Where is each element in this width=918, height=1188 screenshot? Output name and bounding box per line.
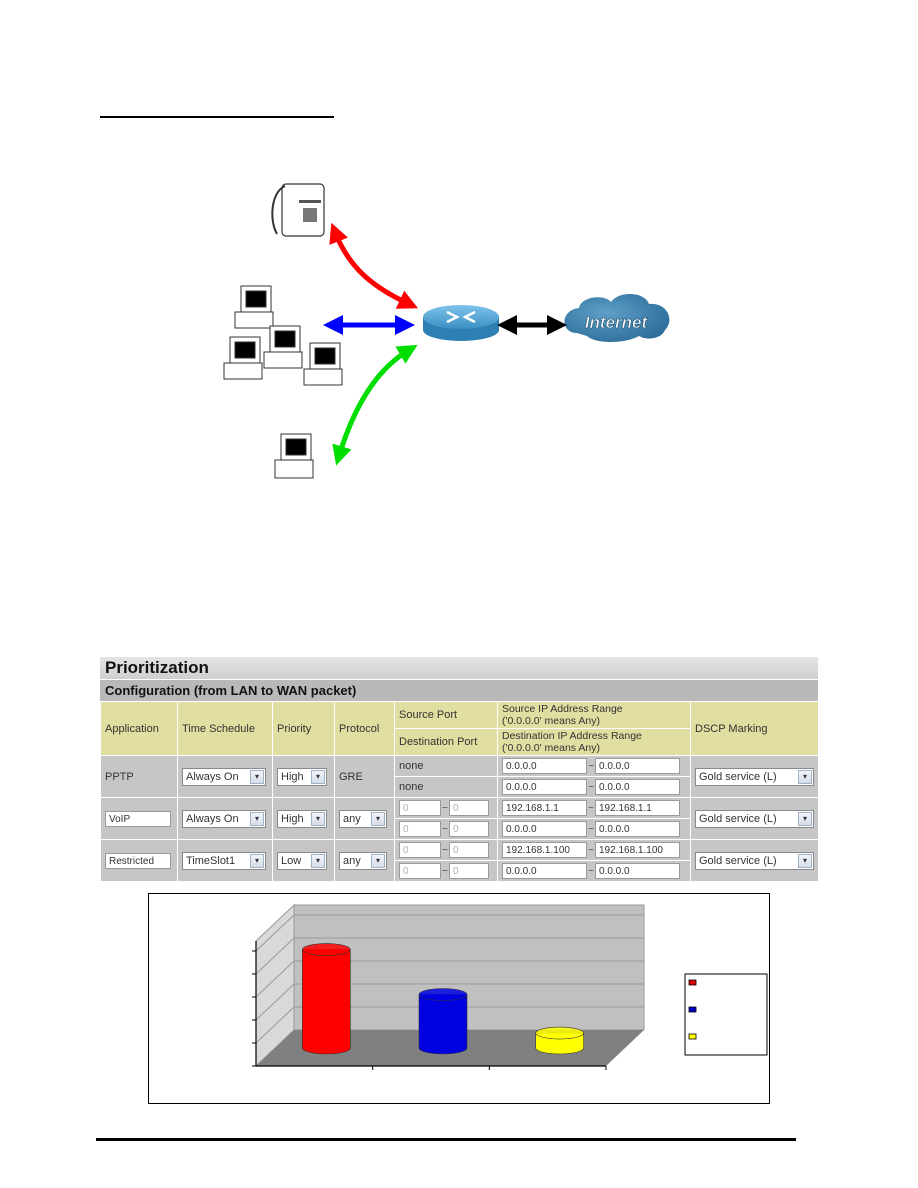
- computer-icon: [274, 433, 314, 479]
- table-row: VoIP Always On ▾ High ▾ any ▾ 0 ~0 192.168.1…: [100, 797, 819, 840]
- telephone-icon: [271, 183, 325, 237]
- destination-port-to-input[interactable]: 0: [449, 821, 489, 837]
- destination-ip-from-input[interactable]: 0.0.0.0: [502, 779, 587, 795]
- phone-router-link: [329, 222, 419, 309]
- bar-cylinder: [418, 994, 468, 1055]
- source-ip-from-input[interactable]: 192.168.1.100: [502, 842, 587, 858]
- application-name-input[interactable]: Restricted: [105, 852, 171, 869]
- header-application: Application: [100, 701, 178, 756]
- source-ip-to-input[interactable]: 0.0.0.0: [595, 758, 680, 774]
- source-port-from-input[interactable]: 0: [399, 842, 441, 858]
- destination-ip-note: ('0.0.0.0' means Any): [502, 742, 600, 754]
- time-schedule-select[interactable]: Always On ▾: [182, 767, 266, 786]
- cloud-icon: Internet: [564, 293, 670, 342]
- source-ip-from-input[interactable]: 0.0.0.0: [502, 758, 587, 774]
- destination-port-from-input[interactable]: 0: [399, 821, 441, 837]
- chevron-down-icon: ▾: [250, 853, 264, 868]
- header-destination-ip: Destination IP Address Range ('0.0.0.0' m…: [497, 728, 691, 756]
- chevron-down-icon: ▾: [371, 853, 385, 868]
- chevron-down-icon: ▾: [798, 769, 812, 784]
- priority-select[interactable]: Low ▾: [277, 851, 327, 870]
- header-time-schedule: Time Schedule: [177, 701, 273, 756]
- network-diagram: Internet: [223, 183, 670, 479]
- destination-ip-to-input[interactable]: 0.0.0.0: [595, 779, 680, 795]
- destination-ip-label: Destination IP Address Range: [502, 730, 642, 742]
- panel-title: Prioritization: [100, 657, 818, 679]
- chevron-down-icon: ▾: [250, 769, 264, 784]
- source-ip-to-input[interactable]: 192.168.1.100: [595, 842, 680, 858]
- source-ip-label: Source IP Address Range: [502, 703, 623, 715]
- legend-swatch: [688, 979, 697, 986]
- chevron-down-icon: ▾: [250, 811, 264, 826]
- pc-router-link: [332, 344, 418, 466]
- chevron-down-icon: ▾: [311, 769, 325, 784]
- bar-cylinder-top: [535, 1026, 584, 1040]
- dscp-select[interactable]: Gold service (L) ▾: [695, 809, 814, 828]
- destination-ip-to-input[interactable]: 0.0.0.0: [595, 863, 680, 879]
- chart-canvas: [252, 903, 768, 1070]
- bandwidth-chart: [148, 893, 770, 1104]
- router-icon: [423, 305, 499, 341]
- dscp-select[interactable]: Gold service (L) ▾: [695, 851, 814, 870]
- header-row: Application Time Schedule Priority Proto…: [100, 701, 819, 756]
- application-name-input[interactable]: VoIP: [105, 810, 171, 827]
- source-port-value: none: [394, 755, 498, 777]
- protocol-select[interactable]: any ▾: [339, 851, 387, 870]
- chevron-down-icon: ▾: [311, 853, 325, 868]
- header-destination-port: Destination Port: [394, 728, 498, 756]
- header-dscp: DSCP Marking: [690, 701, 819, 756]
- prioritization-panel: Prioritization Configuration (from LAN t…: [100, 657, 819, 882]
- source-port-to-input[interactable]: 0: [449, 842, 489, 858]
- header-protocol: Protocol: [334, 701, 395, 756]
- footer-rule: [96, 1138, 796, 1141]
- internet-label: Internet: [585, 313, 649, 332]
- panel-subtitle: Configuration (from LAN to WAN packet): [100, 679, 818, 701]
- destination-port-value: none: [394, 776, 498, 798]
- application-name: PPTP: [100, 755, 178, 798]
- source-ip-from-input[interactable]: 192.168.1.1: [502, 800, 587, 816]
- header-priority: Priority: [272, 701, 335, 756]
- destination-port-from-input[interactable]: 0: [399, 863, 441, 879]
- dscp-select[interactable]: Gold service (L) ▾: [695, 767, 814, 786]
- chevron-down-icon: ▾: [798, 811, 812, 826]
- source-port-to-input[interactable]: 0: [449, 800, 489, 816]
- time-schedule-select[interactable]: TimeSlot1 ▾: [182, 851, 266, 870]
- destination-port-to-input[interactable]: 0: [449, 863, 489, 879]
- header-source-port: Source Port: [394, 701, 498, 729]
- priority-select[interactable]: High ▾: [277, 767, 327, 786]
- legend-swatch: [688, 1006, 697, 1013]
- rules-table: Application Time Schedule Priority Proto…: [100, 701, 819, 882]
- source-ip-to-input[interactable]: 192.168.1.1: [595, 800, 680, 816]
- destination-ip-to-input[interactable]: 0.0.0.0: [595, 821, 680, 837]
- section-title-underline: [100, 116, 334, 118]
- bar-cylinder-top: [418, 988, 468, 1001]
- legend-swatch: [688, 1033, 697, 1040]
- priority-select[interactable]: High ▾: [277, 809, 327, 828]
- table-row: PPTP Always On ▾ High ▾ GRE none 0.0.0.0 ~0…: [100, 755, 819, 798]
- time-schedule-select[interactable]: Always On ▾: [182, 809, 266, 828]
- source-port-from-input[interactable]: 0: [399, 800, 441, 816]
- bar-cylinder: [302, 949, 351, 1055]
- legend-box: [684, 973, 768, 1056]
- table-row: Restricted TimeSlot1 ▾ Low ▾ any ▾ 0 ~0 192.…: [100, 839, 819, 882]
- header-source-ip: Source IP Address Range ('0.0.0.0' means …: [497, 701, 691, 729]
- computer-group-icon: [223, 285, 343, 386]
- chevron-down-icon: ▾: [311, 811, 325, 826]
- source-ip-note: ('0.0.0.0' means Any): [502, 715, 600, 727]
- destination-ip-from-input[interactable]: 0.0.0.0: [502, 863, 587, 879]
- chevron-down-icon: ▾: [798, 853, 812, 868]
- destination-ip-from-input[interactable]: 0.0.0.0: [502, 821, 587, 837]
- bar-cylinder-top: [302, 943, 351, 956]
- chevron-down-icon: ▾: [371, 811, 385, 826]
- protocol-select[interactable]: any ▾: [339, 809, 387, 828]
- protocol-value: GRE: [334, 755, 395, 798]
